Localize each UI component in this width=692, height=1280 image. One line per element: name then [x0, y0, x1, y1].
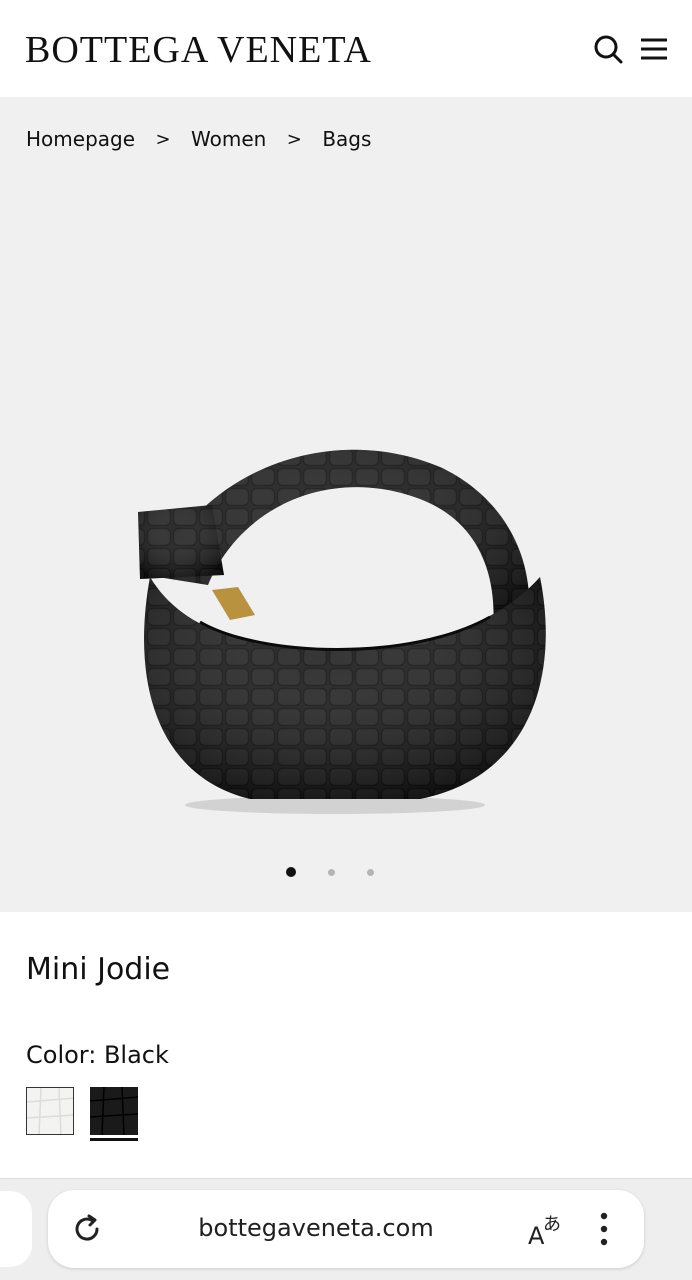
url-text[interactable]: bottegaveneta.com [48, 1214, 584, 1242]
breadcrumb-bags[interactable]: Bags [322, 127, 371, 151]
product-image[interactable] [120, 427, 560, 827]
search-icon[interactable] [592, 33, 624, 65]
color-label: Color: [26, 1041, 97, 1069]
breadcrumb-separator: > [155, 128, 171, 150]
svg-text:あ: あ [543, 1214, 561, 1235]
carousel-dot-active[interactable] [286, 867, 296, 877]
breadcrumb-women[interactable]: Women [191, 127, 266, 151]
product-info: Mini Jodie Color: Black [0, 912, 692, 1178]
white-croc-texture [27, 1088, 73, 1134]
breadcrumb-separator: > [286, 128, 302, 150]
carousel-dots [0, 867, 692, 877]
browser-toolbar: bottegaveneta.com A あ [0, 1178, 692, 1280]
breadcrumb: Homepage > Women > Bags [26, 127, 371, 151]
product-gallery[interactable]: Homepage > Women > Bags [0, 97, 692, 912]
address-bar[interactable]: bottegaveneta.com A あ [48, 1190, 644, 1268]
translate-icon[interactable]: A あ [526, 1208, 566, 1248]
product-title: Mini Jodie [26, 952, 171, 987]
color-swatch-black[interactable] [90, 1087, 138, 1135]
previous-tab-stub[interactable] [0, 1191, 32, 1267]
more-vert-icon[interactable] [594, 1210, 614, 1248]
carousel-dot[interactable] [367, 869, 374, 876]
brand-logo[interactable]: BOTTEGA VENETA [25, 28, 372, 72]
site-header: BOTTEGA VENETA [0, 0, 692, 97]
color-selection-label: Color: Black [26, 1041, 169, 1069]
carousel-dot[interactable] [328, 869, 335, 876]
color-value: Black [103, 1041, 169, 1069]
selected-swatch-indicator [90, 1138, 138, 1141]
breadcrumb-homepage[interactable]: Homepage [26, 127, 135, 151]
menu-icon[interactable] [638, 33, 670, 65]
black-croc-texture [90, 1087, 138, 1135]
color-swatch-white[interactable] [26, 1087, 74, 1135]
